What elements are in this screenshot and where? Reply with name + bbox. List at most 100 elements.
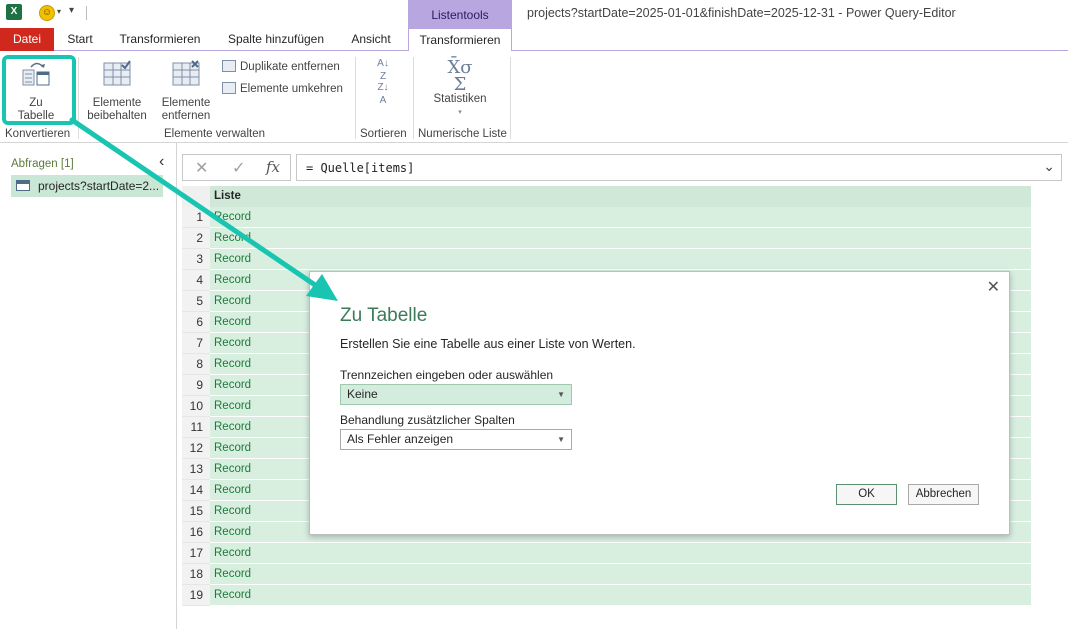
ribbon-tabs: Datei Start Transformieren Spalte hinzuf… xyxy=(0,28,1068,52)
row-number[interactable]: 19 xyxy=(182,585,210,606)
group-convert-label: Konvertieren xyxy=(5,128,71,140)
tab-start[interactable]: Start xyxy=(66,28,94,51)
keep-items-label-1: Elemente xyxy=(92,97,142,109)
table-row[interactable]: 17 Record xyxy=(182,543,1031,564)
chevron-down-icon: ▼ xyxy=(557,435,565,444)
quick-access-dropdown-icon[interactable]: ▾ xyxy=(69,5,74,16)
delimiter-value: Keine xyxy=(347,387,378,401)
table-cell[interactable]: Record xyxy=(210,228,1031,249)
table-row[interactable]: 2 Record xyxy=(182,228,1031,249)
table-row[interactable]: 1 Record xyxy=(182,207,1031,228)
query-item[interactable]: projects?startDate=2... xyxy=(11,175,163,197)
smiley-icon[interactable]: ☺ xyxy=(39,5,55,21)
title-bar: X ☺ ▾ ▾ Listentools projects?startDate=2… xyxy=(0,0,1068,28)
smiley-dropdown-icon[interactable]: ▾ xyxy=(57,7,61,16)
formula-bar-buttons: ✕ ✓ fx xyxy=(182,154,291,181)
table-cell[interactable]: Record xyxy=(210,564,1031,585)
delimiter-select[interactable]: Keine ▼ xyxy=(340,384,572,405)
table-cell[interactable]: Record xyxy=(210,207,1031,228)
queries-pane: Abfragen [1] ‹ projects?startDate=2... xyxy=(0,143,177,629)
remove-items-button[interactable]: Elemente entfernen xyxy=(154,59,218,123)
row-number[interactable]: 2 xyxy=(182,228,210,249)
tab-file[interactable]: Datei xyxy=(0,28,54,51)
row-number[interactable]: 11 xyxy=(182,417,210,438)
group-separator xyxy=(78,57,79,139)
remove-duplicates-icon xyxy=(222,60,236,72)
keep-items-icon xyxy=(103,60,131,86)
group-separator xyxy=(413,57,414,139)
row-number[interactable]: 9 xyxy=(182,375,210,396)
table-cell[interactable]: Record xyxy=(210,585,1031,606)
row-number[interactable]: 16 xyxy=(182,522,210,543)
tab-transform[interactable]: Transformieren xyxy=(118,28,202,51)
window-title: projects?startDate=2025-01-01&finishDate… xyxy=(527,6,956,20)
extra-columns-select[interactable]: Als Fehler anzeigen ▼ xyxy=(340,429,572,450)
table-row[interactable]: 19 Record xyxy=(182,585,1031,606)
statistics-button[interactable]: X̄σ Σ Statistiken ▾ xyxy=(428,59,492,119)
title-separator xyxy=(86,6,87,20)
table-icon xyxy=(16,180,30,191)
tab-list-transform[interactable]: Transformieren xyxy=(408,28,512,52)
cancel-formula-icon[interactable]: ✕ xyxy=(195,158,208,178)
row-number[interactable]: 6 xyxy=(182,312,210,333)
dialog-description: Erstellen Sie eine Tabelle aus einer Lis… xyxy=(340,337,636,351)
ok-button[interactable]: OK xyxy=(836,484,897,505)
remove-items-icon xyxy=(172,60,200,86)
sort-ascending-button[interactable]: A↓ Z xyxy=(372,57,394,83)
query-item-label: projects?startDate=2... xyxy=(38,179,160,193)
remove-items-label-1: Elemente xyxy=(161,97,211,109)
row-number[interactable]: 4 xyxy=(182,270,210,291)
sort-descending-button[interactable]: Z↓ A xyxy=(372,81,394,107)
queries-pane-title: Abfragen [1] xyxy=(11,158,74,170)
extra-columns-value: Als Fehler anzeigen xyxy=(347,432,454,446)
ribbon: Zu Tabelle Konvertieren Elemente beibeha… xyxy=(0,51,1068,143)
table-cell[interactable]: Record xyxy=(210,249,1031,270)
dialog-title: Zu Tabelle xyxy=(340,305,428,326)
row-number[interactable]: 8 xyxy=(182,354,210,375)
row-number[interactable]: 13 xyxy=(182,459,210,480)
row-number[interactable]: 3 xyxy=(182,249,210,270)
close-icon[interactable]: ✕ xyxy=(987,277,1000,297)
collapse-pane-icon[interactable]: ‹ xyxy=(159,153,164,171)
to-table-highlight xyxy=(2,55,76,125)
table-row[interactable]: 3 Record xyxy=(182,249,1031,270)
row-number[interactable]: 18 xyxy=(182,564,210,585)
keep-items-button[interactable]: Elemente beibehalten xyxy=(82,59,152,123)
confirm-formula-icon[interactable]: ✓ xyxy=(232,158,245,178)
row-number[interactable]: 15 xyxy=(182,501,210,522)
table-cell[interactable]: Record xyxy=(210,543,1031,564)
tab-view[interactable]: Ansicht xyxy=(350,28,392,51)
keep-items-label-2: beibehalten xyxy=(87,110,147,122)
group-separator xyxy=(510,57,511,139)
remove-items-label-2: entfernen xyxy=(161,110,211,122)
excel-icon: X xyxy=(6,4,22,20)
formula-text: = Quelle[items] xyxy=(306,161,415,175)
cancel-button[interactable]: Abbrechen xyxy=(908,484,979,505)
remove-duplicates-label: Duplikate entfernen xyxy=(240,61,340,73)
contextual-tab-header: Listentools xyxy=(408,0,512,28)
tab-add-column[interactable]: Spalte hinzufügen xyxy=(226,28,326,51)
chevron-down-icon: ▼ xyxy=(557,390,565,399)
fx-icon[interactable]: fx xyxy=(266,158,280,176)
sort-ascending-icon: A↓ Z xyxy=(377,58,389,82)
row-number[interactable]: 14 xyxy=(182,480,210,501)
row-number[interactable]: 10 xyxy=(182,396,210,417)
extra-columns-label: Behandlung zusätzlicher Spalten xyxy=(340,413,515,427)
column-header-liste[interactable]: Liste xyxy=(210,186,1031,207)
row-number[interactable]: 12 xyxy=(182,438,210,459)
table-row[interactable]: 18 Record xyxy=(182,564,1031,585)
grid-header: Liste xyxy=(182,186,1031,207)
grid-corner[interactable] xyxy=(182,186,210,207)
formula-bar[interactable]: = Quelle[items] ⌄ xyxy=(296,154,1062,181)
reverse-items-button[interactable]: Elemente umkehren xyxy=(222,82,343,95)
statistics-icon: X̄σ Σ xyxy=(447,57,473,95)
row-number[interactable]: 1 xyxy=(182,207,210,228)
row-number[interactable]: 17 xyxy=(182,543,210,564)
remove-duplicates-button[interactable]: Duplikate entfernen xyxy=(222,60,340,73)
expand-formula-icon[interactable]: ⌄ xyxy=(1043,158,1055,175)
to-table-dialog: ✕ Zu Tabelle Erstellen Sie eine Tabelle … xyxy=(309,271,1010,535)
row-number[interactable]: 5 xyxy=(182,291,210,312)
row-number[interactable]: 7 xyxy=(182,333,210,354)
delimiter-label: Trennzeichen eingeben oder auswählen xyxy=(340,368,554,382)
group-separator xyxy=(355,57,356,139)
